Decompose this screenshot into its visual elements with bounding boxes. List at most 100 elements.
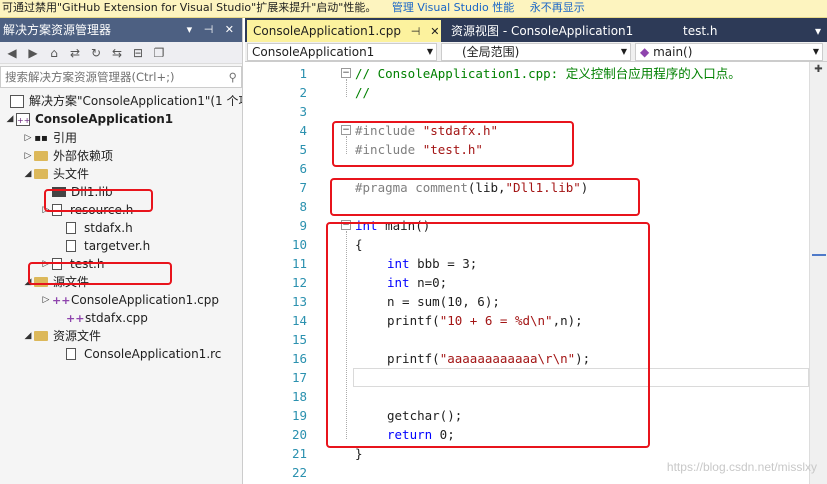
highlight-box-dll-lib [44,189,153,212]
project-selector-value: ConsoleApplication1 [252,45,375,59]
tree-item-project[interactable]: ◢ ++ ConsoleApplication1 [4,110,242,128]
scroll-marker [812,254,826,256]
method-icon: ◆ [640,45,650,59]
close-icon[interactable]: ✕ [430,25,439,38]
line-number: 18 [291,389,307,404]
tree-item-external-deps[interactable]: ▷ 外部依赖项 [22,147,113,165]
tree-item-label: targetver.h [84,239,151,253]
solution-search-input[interactable]: 搜索解决方案资源管理器(Ctrl+;) ⚲ [0,66,242,88]
split-icon[interactable]: ✚ [810,64,827,75]
tree-item-references[interactable]: ▷ ▪▪ 引用 [22,129,77,147]
line-number: 8 [299,199,307,214]
tab-label: test.h [683,24,718,38]
solution-explorer-title-bar: 解决方案资源管理器 ▾ ⊣ ✕ [0,18,242,42]
tree-item-targetver-h[interactable]: targetver.h [66,237,150,255]
line-number: 12 [291,275,307,290]
tree-item-solution[interactable]: 解决方案"ConsoleApplication1"(1 个项目) [10,92,242,110]
tree-item-label: ConsoleApplication1.rc [84,347,222,361]
tree-item-label: ConsoleApplication1.cpp [71,293,219,307]
tree-item-label: stdafx.cpp [85,311,148,325]
sync-icon[interactable]: ⇆ [109,44,125,62]
references-icon: ▪▪ [34,132,48,144]
line-number: 17 [291,370,307,385]
line-number: 5 [299,142,307,157]
tab-label: 资源视图 - ConsoleApplication1 [451,24,634,38]
highlight-box-pragma [330,178,640,216]
solution-icon [10,94,24,108]
highlight-box-main-function [326,222,650,448]
watermark: https://blog.csdn.net/misslxy [666,460,817,474]
line-number: 14 [291,313,307,328]
document-tab-bar: ConsoleApplication1.cpp ⊣ ✕ 资源视图 - Conso… [245,18,827,42]
tree-item-rc-file[interactable]: ConsoleApplication1.rc [66,345,221,363]
expand-arrow-icon[interactable]: ▷ [22,147,34,165]
collapse-arrow-icon[interactable]: ◢ [4,110,16,128]
tree-item-stdafx-cpp[interactable]: ++ stdafx.cpp [66,309,148,327]
header-file-icon [66,222,76,234]
code-line-2: // [355,85,371,100]
switch-views-icon[interactable]: ⇄ [67,44,83,62]
collapse-fold-icon[interactable]: − [341,68,351,78]
search-icon[interactable]: ⚲ [229,70,237,84]
line-number: 15 [291,332,307,347]
tree-item-resource-files[interactable]: ◢ 资源文件 [22,327,101,345]
scope-selector[interactable]: (全局范围) ▼ [441,43,631,61]
scope-selector-value: (全局范围) [462,45,520,59]
expand-arrow-icon[interactable]: ▷ [40,291,52,309]
info-bar: 可通过禁用"GitHub Extension for Visual Studio… [0,0,827,18]
vertical-scrollbar[interactable]: ✚ [809,62,827,484]
line-number: 4 [299,123,307,138]
line-number: 6 [299,161,307,176]
history-icon[interactable]: ↻ [88,44,104,62]
show-all-files-icon[interactable]: ❐ [151,44,167,62]
line-number: 7 [299,180,307,195]
pin-icon[interactable]: ⊣ [411,25,421,38]
tree-item-label: 外部依赖项 [53,149,114,163]
line-number: 9 [299,218,307,233]
tab-test-h[interactable]: test.h [677,20,717,42]
home-icon[interactable]: ⌂ [46,44,62,62]
project-selector[interactable]: ConsoleApplication1 ▼ [247,43,437,61]
collapse-arrow-icon[interactable]: ◢ [22,165,34,183]
tab-resource-view[interactable]: 资源视图 - ConsoleApplication1 [445,20,633,42]
tree-item-label: 解决方案"ConsoleApplication1"(1 个项目) [29,94,242,108]
expand-arrow-icon[interactable]: ▷ [22,129,34,147]
line-number: 20 [291,427,307,442]
never-show-again-link[interactable]: 永不再显示 [530,1,585,14]
line-number: 2 [299,85,307,100]
line-number: 21 [291,446,307,461]
search-placeholder: 搜索解决方案资源管理器(Ctrl+;) [5,70,175,84]
tree-item-stdafx-h[interactable]: stdafx.h [66,219,133,237]
collapse-all-icon[interactable]: ⊟ [130,44,146,62]
fold-guide [346,79,347,97]
tab-consoleapplication1-cpp[interactable]: ConsoleApplication1.cpp ⊣ ✕ [247,20,441,42]
tab-list-dropdown-icon[interactable]: ▾ [809,20,821,42]
code-line-1: // ConsoleApplication1.cpp: 定义控制台应用程序的入口… [355,66,741,81]
manage-performance-link[interactable]: 管理 Visual Studio 性能 [392,1,514,14]
line-number: 13 [291,294,307,309]
solution-explorer-panel: 解决方案资源管理器 ▾ ⊣ ✕ ◀ ▶ ⌂ ⇄ ↻ ⇆ ⊟ ❐ 搜索解决方案资源… [0,18,243,484]
panel-controls[interactable]: ▾ ⊣ ✕ [187,18,238,42]
solution-explorer-title: 解决方案资源管理器 [3,23,112,37]
member-selector[interactable]: ◆ main() ▼ [635,43,823,61]
project-icon: ++ [16,112,30,126]
folder-icon [34,331,48,341]
line-number: 1 [299,66,307,81]
line-number: 11 [291,256,307,271]
cpp-file-icon: ++ [52,293,71,307]
line-number: 22 [291,465,307,480]
chevron-down-icon: ▼ [426,47,433,56]
tree-item-main-cpp[interactable]: ▷ ++ ConsoleApplication1.cpp [40,291,219,309]
line-number: 19 [291,408,307,423]
folder-icon [34,169,48,179]
tree-item-label: 引用 [53,131,78,145]
back-icon[interactable]: ◀ [4,44,20,62]
tab-label: ConsoleApplication1.cpp [253,24,401,38]
navigation-bar: ConsoleApplication1 ▼ (全局范围) ▼ ◆ main() … [245,42,827,62]
collapse-arrow-icon[interactable]: ◢ [22,327,34,345]
tree-item-header-files[interactable]: ◢ 头文件 [22,165,89,183]
cpp-file-icon: ++ [66,311,85,325]
chevron-down-icon: ▼ [620,47,627,56]
forward-icon[interactable]: ▶ [25,44,41,62]
info-bar-message: 可通过禁用"GitHub Extension for Visual Studio… [2,1,377,14]
